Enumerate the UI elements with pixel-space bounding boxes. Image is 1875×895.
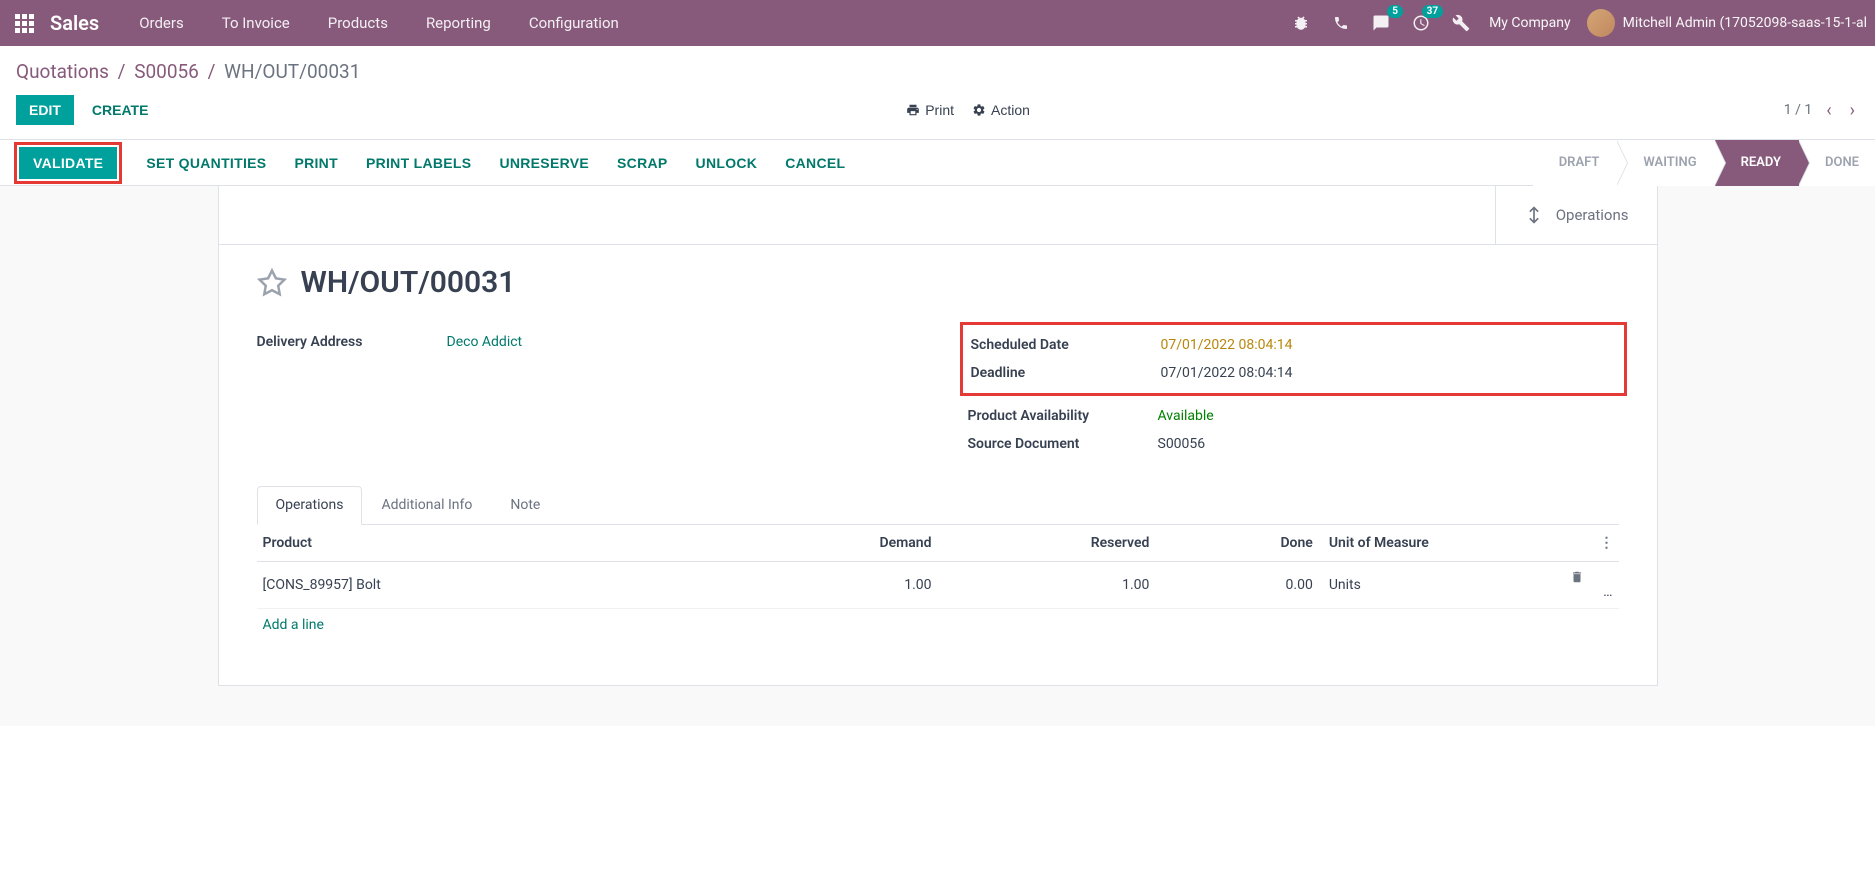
delete-row-icon[interactable]: [1570, 570, 1613, 584]
app-brand[interactable]: Sales: [50, 11, 99, 35]
cell-product: [CONS_89957] Bolt: [257, 562, 747, 609]
set-quantities-button[interactable]: SET QUANTITIES: [132, 147, 280, 179]
updown-arrow-icon: [1524, 202, 1544, 228]
messages-badge: 5: [1387, 5, 1403, 18]
action-dropdown[interactable]: Action: [972, 102, 1030, 118]
tools-icon[interactable]: [1449, 11, 1473, 35]
cell-done: 0.00: [1155, 562, 1318, 609]
source-doc-label: Source Document: [968, 436, 1158, 452]
highlight-validate: VALIDATE: [14, 142, 122, 184]
create-button[interactable]: CREATE: [88, 95, 153, 125]
table-row[interactable]: [CONS_89957] Bolt 1.00 1.00 0.00 Units …: [257, 562, 1619, 609]
nav-orders[interactable]: Orders: [121, 0, 202, 46]
printer-icon: [906, 103, 920, 117]
breadcrumb-quotations[interactable]: Quotations: [16, 60, 109, 83]
breadcrumb-bar: Quotations / S00056 / WH/OUT/00031: [0, 46, 1875, 91]
col-uom: Unit of Measure: [1319, 525, 1564, 562]
deadline-value: 07/01/2022 08:04:14: [1161, 365, 1293, 381]
nav-configuration[interactable]: Configuration: [511, 0, 637, 46]
scheduled-date-label: Scheduled Date: [971, 337, 1161, 353]
cell-demand: 1.00: [747, 562, 938, 609]
pager: 1 / 1 ‹ ›: [1784, 100, 1859, 121]
delivery-address-value[interactable]: Deco Addict: [447, 334, 523, 350]
apps-launcher-icon[interactable]: [8, 7, 40, 39]
pager-next-icon[interactable]: ›: [1846, 100, 1859, 121]
activity-badge: 37: [1422, 5, 1443, 18]
nav-reporting[interactable]: Reporting: [408, 0, 509, 46]
phone-icon[interactable]: [1329, 11, 1353, 35]
priority-star-icon[interactable]: [257, 268, 287, 298]
company-name[interactable]: My Company: [1489, 15, 1571, 31]
activity-icon[interactable]: 37: [1409, 11, 1433, 35]
control-bar: EDIT CREATE Print Action 1 / 1 ‹ ›: [0, 91, 1875, 140]
nav-products[interactable]: Products: [310, 0, 406, 46]
unreserve-button[interactable]: UNRESERVE: [485, 147, 603, 179]
cancel-button[interactable]: CANCEL: [771, 147, 859, 179]
status-done[interactable]: DONE: [1799, 140, 1875, 186]
operations-stat-button[interactable]: Operations: [1495, 186, 1657, 244]
user-menu[interactable]: Mitchell Admin (17052098-saas-15-1-al: [1587, 9, 1867, 37]
edit-button[interactable]: EDIT: [16, 95, 74, 125]
availability-label: Product Availability: [968, 408, 1158, 424]
tab-additional-info[interactable]: Additional Info: [362, 486, 491, 524]
col-demand: Demand: [747, 525, 938, 562]
print-labels-button[interactable]: PRINT LABELS: [352, 147, 486, 179]
scrap-button[interactable]: SCRAP: [603, 147, 682, 179]
highlight-dates: Scheduled Date 07/01/2022 08:04:14 Deadl…: [960, 322, 1627, 396]
deadline-label: Deadline: [971, 365, 1161, 381]
breadcrumb-current: WH/OUT/00031: [224, 60, 360, 83]
unlock-button[interactable]: UNLOCK: [682, 147, 772, 179]
add-line-link[interactable]: Add a line: [263, 617, 324, 633]
print-dropdown[interactable]: Print: [906, 102, 954, 118]
tabs: Operations Additional Info Note: [257, 486, 1619, 525]
pager-text: 1 / 1: [1784, 102, 1812, 118]
bug-icon[interactable]: [1289, 11, 1313, 35]
user-name: Mitchell Admin (17052098-saas-15-1-al: [1623, 15, 1867, 31]
cell-reserved: 1.00: [938, 562, 1156, 609]
top-navbar: Sales Orders To Invoice Products Reporti…: [0, 0, 1875, 46]
messages-icon[interactable]: 5: [1369, 11, 1393, 35]
col-done: Done: [1155, 525, 1318, 562]
delivery-address-label: Delivery Address: [257, 334, 447, 350]
print-button[interactable]: PRINT: [280, 147, 352, 179]
column-options-icon[interactable]: ⋮: [1600, 535, 1613, 551]
validate-button[interactable]: VALIDATE: [19, 147, 117, 179]
status-arrows: DRAFT WAITING READY DONE: [1533, 140, 1875, 186]
breadcrumb-order[interactable]: S00056: [134, 60, 199, 83]
gear-icon: [972, 103, 986, 117]
record-title: WH/OUT/00031: [301, 265, 516, 300]
col-product: Product: [257, 525, 747, 562]
status-waiting[interactable]: WAITING: [1617, 140, 1714, 186]
status-action-bar: VALIDATE SET QUANTITIES PRINT PRINT LABE…: [0, 140, 1875, 186]
breadcrumb: Quotations / S00056 / WH/OUT/00031: [16, 60, 1859, 83]
operations-table: Product Demand Reserved Done Unit of Mea…: [257, 525, 1619, 641]
avatar: [1587, 9, 1615, 37]
scheduled-date-value: 07/01/2022 08:04:14: [1161, 337, 1293, 353]
col-reserved: Reserved: [938, 525, 1156, 562]
nav-to-invoice[interactable]: To Invoice: [204, 0, 308, 46]
status-ready[interactable]: READY: [1715, 140, 1799, 186]
tab-operations[interactable]: Operations: [257, 486, 363, 525]
pager-prev-icon[interactable]: ‹: [1822, 100, 1835, 121]
status-draft[interactable]: DRAFT: [1533, 140, 1618, 186]
tab-note[interactable]: Note: [491, 486, 559, 524]
form-sheet: Operations WH/OUT/00031 Delivery Address…: [218, 186, 1658, 686]
source-doc-value: S00056: [1158, 436, 1206, 452]
cell-uom: Units: [1319, 562, 1564, 609]
availability-value: Available: [1158, 408, 1214, 424]
